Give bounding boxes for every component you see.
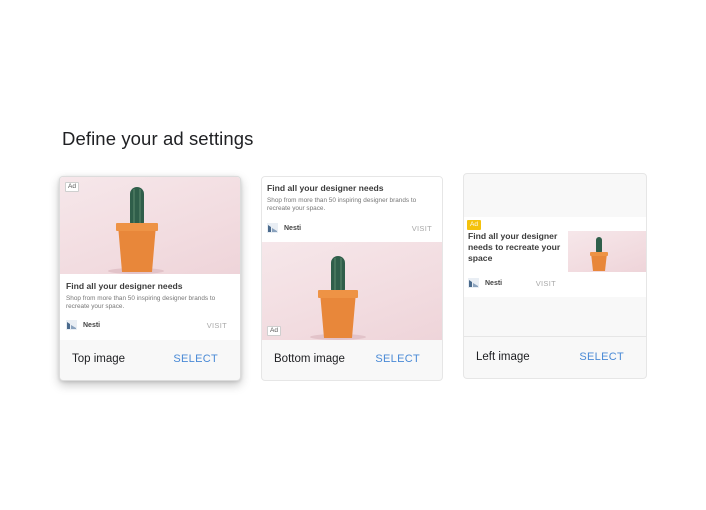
select-button[interactable]: SELECT	[375, 353, 420, 365]
ad-text: Find all your designer needs Shop from m…	[66, 281, 236, 311]
ad-preview: Ad Find all your designer needs Shop fro…	[60, 177, 240, 340]
brand-name: Nesti	[284, 224, 302, 232]
format-card-left-image[interactable]: Ad Find all your designer needs to recre…	[463, 173, 647, 379]
select-button[interactable]: SELECT	[579, 351, 624, 363]
ad-image	[568, 231, 646, 272]
format-card-top-image[interactable]: Ad Find all your designer needs Shop fro…	[59, 176, 241, 381]
brand-row: Nesti VISIT	[468, 278, 556, 288]
brand: Nesti	[267, 223, 301, 233]
brand-row: Nesti VISIT	[267, 223, 432, 233]
cactus-pot-image	[108, 187, 164, 274]
page-title: Define your ad settings	[62, 128, 254, 149]
ad-preview: Ad Find all your designer needs to recre…	[464, 217, 646, 297]
brand-name: Nesti	[83, 321, 101, 329]
brand: Nesti	[468, 278, 502, 288]
card-footer: Bottom image SELECT	[262, 338, 442, 380]
brand: Nesti	[66, 320, 100, 330]
format-label: Left image	[476, 351, 530, 363]
nesti-logo-icon	[267, 223, 278, 233]
card-footer: Left image SELECT	[464, 336, 646, 378]
ad-badge: Ad	[267, 326, 281, 336]
card-footer: Top image SELECT	[60, 338, 240, 380]
nesti-logo-icon	[66, 320, 77, 330]
ad-badge: Ad	[467, 220, 481, 230]
cactus-pot-image	[590, 237, 608, 271]
ad-description: Shop from more than 50 inspiring designe…	[66, 295, 216, 310]
ad-text: Find all your designer needs to recreate…	[468, 231, 564, 264]
visit-button[interactable]: VISIT	[536, 279, 556, 288]
visit-button[interactable]: VISIT	[412, 224, 432, 233]
brand-row: Nesti VISIT	[66, 320, 227, 330]
ad-headline: Find all your designer needs to recreate…	[468, 231, 561, 263]
ad-headline: Find all your designer needs	[66, 281, 183, 291]
cactus-pot-image	[310, 256, 366, 340]
ad-preview: Find all your designer needs Shop from m…	[262, 177, 442, 340]
ad-badge: Ad	[65, 182, 79, 192]
ad-text: Find all your designer needs Shop from m…	[267, 183, 439, 213]
nesti-logo-icon	[468, 278, 479, 288]
brand-name: Nesti	[485, 279, 503, 287]
ad-image: Ad	[262, 242, 442, 340]
format-label: Bottom image	[274, 353, 345, 365]
ad-headline: Find all your designer needs	[267, 183, 384, 193]
format-label: Top image	[72, 353, 126, 365]
format-card-bottom-image[interactable]: Find all your designer needs Shop from m…	[261, 176, 443, 381]
select-button[interactable]: SELECT	[173, 353, 218, 365]
visit-button[interactable]: VISIT	[207, 321, 227, 330]
ad-description: Shop from more than 50 inspiring designe…	[267, 197, 417, 212]
ad-image	[60, 177, 240, 274]
